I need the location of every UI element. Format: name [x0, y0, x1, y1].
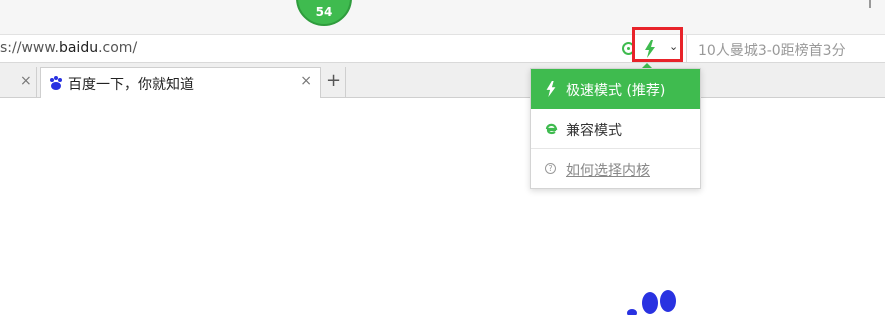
menu-item-label: 如何选择内核	[566, 163, 650, 179]
mode-menu: 极速模式 (推荐) 兼容模式 ? 如何选择内核	[530, 68, 701, 189]
tab-title: 百度一下，你就知道	[68, 77, 194, 93]
tab-baidu[interactable]: 百度一下，你就知道 ×	[40, 67, 321, 98]
new-tab-button[interactable]: +	[322, 67, 346, 97]
menu-item-compat-mode[interactable]: 兼容模式	[531, 109, 700, 149]
baidu-paw-icon	[50, 76, 62, 90]
tab-strip: × 百度一下，你就知道 × +	[0, 63, 885, 98]
close-icon[interactable]: ×	[20, 73, 32, 89]
tab-previous[interactable]: ×	[0, 67, 37, 97]
menu-item-help[interactable]: ? 如何选择内核	[531, 149, 700, 189]
menu-item-label: 兼容模式	[566, 123, 622, 139]
score-badge[interactable]: 54	[296, 0, 352, 26]
baidu-logo	[627, 290, 676, 315]
address-divider	[686, 35, 687, 62]
address-bar: s://www.baidu.com/ 10人曼城3-0距榜首3分	[0, 35, 885, 63]
url-suffix: .com/	[98, 40, 138, 56]
top-strip: 54	[0, 0, 885, 35]
url-field[interactable]: s://www.baidu.com/	[0, 40, 137, 56]
close-icon[interactable]: ×	[300, 73, 312, 89]
chevron-down-icon[interactable]: ⌄	[669, 41, 679, 52]
url-prefix: s://www.	[0, 40, 59, 56]
bolt-icon	[546, 81, 556, 97]
menu-item-label: 极速模式 (推荐)	[566, 83, 666, 99]
ie-icon	[545, 123, 558, 135]
url-host: baidu	[58, 40, 99, 56]
window-edge-mark	[869, 0, 871, 8]
help-icon: ?	[545, 163, 556, 174]
menu-item-fast-mode[interactable]: 极速模式 (推荐)	[531, 69, 700, 109]
bolt-icon[interactable]	[643, 40, 657, 58]
search-input[interactable]: 10人曼城3-0距榜首3分	[698, 40, 846, 60]
